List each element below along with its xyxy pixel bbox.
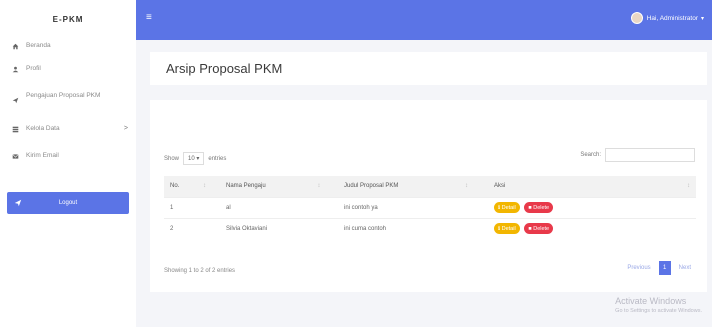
logout-label: Logout	[58, 200, 78, 206]
proposal-table: No. ↕ Nama Pengaju ↕ Judul Proposal PKM …	[164, 176, 696, 239]
menu-toggle-icon[interactable]: ≡	[146, 12, 152, 23]
table-row: 1 al ini contoh ya ℹ Detail ■ Delete	[164, 196, 696, 218]
user-name: Hai, Administrator	[646, 14, 698, 22]
show-entries: Show 10 ▾ entries	[164, 152, 226, 165]
sort-icon: ↕	[687, 183, 690, 190]
cell-judul: ini contoh ya	[338, 196, 488, 218]
table-card: Show 10 ▾ entries Search: No. ↕ Nama Pen…	[150, 100, 707, 292]
entries-label: entries	[208, 155, 227, 162]
page-header: Arsip Proposal PKM	[150, 52, 707, 85]
pagination: Previous 1 Next	[623, 261, 695, 275]
sidebar-item-profil[interactable]: Profil	[0, 65, 136, 73]
activation-watermark: Activate Windows Go to Settings to activ…	[615, 296, 702, 314]
detail-button[interactable]: ℹ Detail	[494, 202, 520, 213]
user-menu[interactable]: Hai, Administrator ▾	[630, 12, 704, 24]
column-header-nama[interactable]: Nama Pengaju ↕	[220, 176, 338, 197]
send-icon	[8, 97, 22, 104]
cell-judul: ini cuma contoh	[338, 217, 488, 239]
detail-button[interactable]: ℹ Detail	[494, 223, 520, 235]
sidebar-item-label: Profil	[26, 65, 41, 72]
search-box: Search:	[580, 148, 695, 162]
sidebar-item-beranda[interactable]: Beranda	[0, 42, 136, 50]
delete-button[interactable]: ■ Delete	[524, 223, 554, 235]
page-button-1[interactable]: 1	[658, 261, 671, 275]
sidebar-item-label: Kelola Data	[26, 125, 60, 132]
sidebar-item-kirim-email[interactable]: Kirim Email	[0, 152, 136, 160]
avatar	[630, 12, 643, 24]
column-header-aksi[interactable]: Aksi ↕	[488, 176, 696, 197]
mail-icon	[8, 153, 22, 160]
entries-select[interactable]: 10 ▾	[183, 152, 205, 165]
user-icon	[8, 66, 22, 73]
logout-button[interactable]: Logout	[7, 192, 129, 214]
caret-down-icon: ▾	[700, 15, 704, 22]
delete-button[interactable]: ■ Delete	[524, 202, 554, 213]
cell-no: 2	[164, 217, 220, 239]
cell-nama: al	[220, 196, 338, 218]
cell-nama: Silvia Oktaviani	[220, 217, 338, 239]
show-label: Show	[164, 155, 180, 162]
column-header-no[interactable]: No. ↕	[164, 176, 220, 197]
previous-page-button[interactable]: Previous	[623, 265, 654, 271]
cell-aksi: ℹ Detail ■ Delete	[488, 217, 696, 239]
table-row: 2 Silvia Oktaviani ini cuma contoh ℹ Det…	[164, 217, 696, 239]
sidebar-item-label: Beranda	[26, 42, 51, 49]
next-page-button[interactable]: Next	[675, 265, 695, 271]
sort-icon: ↕	[317, 183, 321, 190]
cell-no: 1	[164, 196, 220, 218]
watermark-title: Activate Windows	[615, 296, 687, 306]
topbar: ≡ Hai, Administrator ▾	[136, 0, 712, 40]
sidebar-item-kelola-data[interactable]: Kelola Data >	[0, 125, 136, 133]
sort-icon: ↕	[465, 183, 469, 190]
search-input[interactable]	[605, 148, 695, 162]
home-icon	[8, 43, 22, 50]
list-icon	[8, 126, 22, 133]
column-header-judul[interactable]: Judul Proposal PKM ↕	[338, 176, 488, 197]
table-info: Showing 1 to 2 of 2 entries	[164, 268, 236, 274]
table-header-row: No. ↕ Nama Pengaju ↕ Judul Proposal PKM …	[164, 176, 696, 197]
cell-aksi: ℹ Detail ■ Delete	[488, 196, 696, 218]
sidebar-item-pengajuan[interactable]: Pengajuan Proposal PKM	[0, 92, 136, 104]
search-label: Search:	[580, 152, 601, 158]
logout-icon	[7, 199, 29, 207]
sidebar: E-PKM Beranda Profil Pengajuan Proposal …	[0, 0, 136, 327]
sidebar-item-label: Pengajuan Proposal PKM	[26, 92, 101, 99]
sidebar-item-label: Kirim Email	[26, 152, 59, 159]
chevron-right-icon: >	[123, 125, 128, 132]
brand-logo[interactable]: E-PKM	[0, 0, 136, 38]
sort-icon: ↕	[203, 183, 207, 190]
page-title: Arsip Proposal PKM	[166, 61, 283, 76]
watermark-subtitle: Go to Settings to activate Windows.	[615, 308, 702, 314]
